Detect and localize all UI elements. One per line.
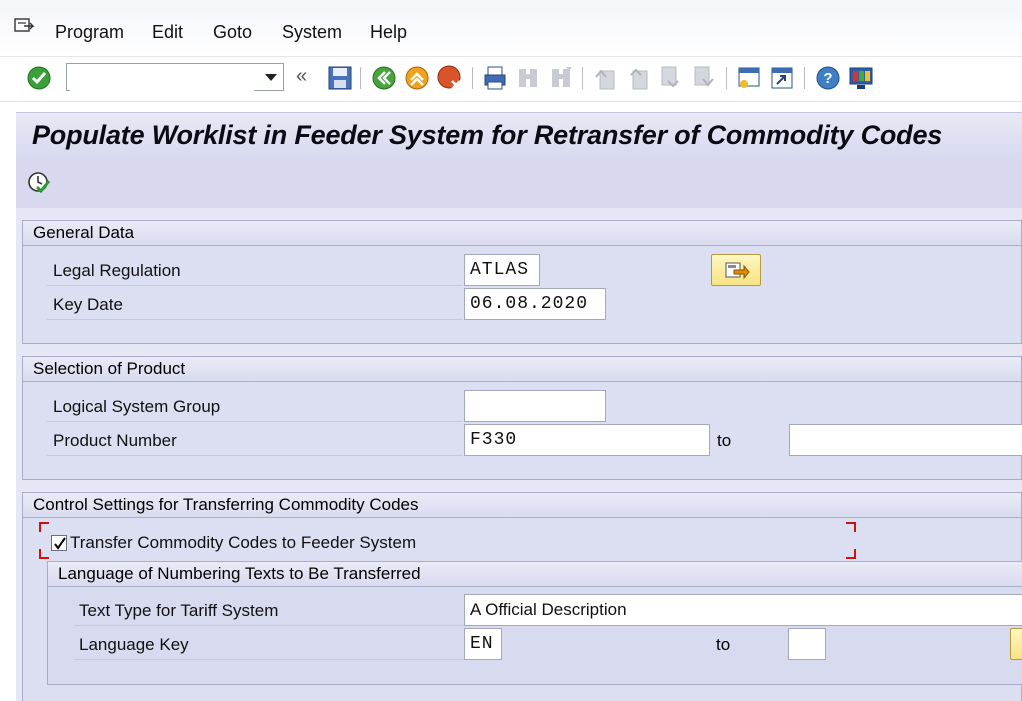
toolbar-separator (360, 67, 361, 89)
text-type-label: Text Type for Tariff System (79, 601, 279, 620)
product-number-from-field[interactable]: F330 (464, 424, 710, 456)
menu-system[interactable]: System (282, 22, 342, 43)
focus-marker (846, 522, 856, 532)
menu-help[interactable]: Help (370, 22, 407, 43)
language-texts-header: Language of Numbering Texts to Be Transf… (48, 562, 1022, 587)
language-key-label: Language Key (79, 635, 189, 654)
product-number-to-field[interactable] (789, 424, 1022, 456)
enter-check-icon[interactable] (26, 65, 52, 91)
control-settings-group: Control Settings for Transferring Commod… (22, 492, 1022, 701)
text-type-field[interactable]: A Official Description (464, 594, 1022, 626)
standard-toolbar: « ? (0, 57, 1022, 102)
selection-screen: General Data Legal Regulation ATLAS Key … (16, 208, 1022, 701)
checkmark-icon (54, 537, 66, 550)
product-number-to-label: to (717, 431, 732, 450)
toolbar-separator (804, 67, 805, 89)
back-icon[interactable] (371, 65, 397, 91)
key-date-field[interactable]: 06.08.2020 (464, 288, 606, 320)
row-divider (47, 455, 463, 456)
previous-page-icon (630, 68, 648, 90)
save-icon[interactable] (327, 65, 353, 91)
chevron-down-icon[interactable] (265, 74, 277, 81)
help-icon[interactable]: ? (815, 65, 841, 91)
command-input[interactable] (70, 65, 254, 91)
general-data-header: General Data (23, 221, 1021, 246)
multiple-selection-button[interactable] (711, 254, 761, 286)
logical-system-group-field[interactable] (464, 390, 606, 422)
exit-icon[interactable] (404, 65, 430, 91)
multiple-selection-icon (725, 262, 750, 280)
language-key-to-label: to (716, 635, 731, 654)
menu-edit[interactable]: Edit (152, 22, 183, 43)
next-page-icon (661, 66, 679, 88)
product-number-label: Product Number (53, 431, 177, 450)
application-toolbar (16, 160, 1022, 209)
generate-shortcut-icon[interactable] (769, 65, 795, 91)
row-divider (47, 421, 463, 422)
toolbar-separator (726, 67, 727, 89)
last-page-icon (694, 66, 714, 87)
create-session-icon[interactable] (736, 65, 762, 91)
command-field[interactable] (66, 63, 284, 91)
print-icon[interactable] (482, 65, 508, 91)
selection-of-product-group: Selection of Product Logical System Grou… (22, 356, 1022, 480)
transfer-checkbox[interactable] (51, 535, 67, 551)
cancel-icon[interactable] (437, 65, 463, 91)
toolbar-separator (582, 67, 583, 89)
key-date-label: Key Date (53, 295, 123, 314)
row-divider (74, 625, 464, 626)
selection-of-product-header: Selection of Product (23, 357, 1021, 382)
language-multiple-selection-button[interactable] (1010, 628, 1022, 660)
toolbar-separator (472, 67, 473, 89)
title-bar: Populate Worklist in Feeder System for R… (16, 112, 1022, 161)
row-divider (74, 659, 464, 660)
logical-system-group-label: Logical System Group (53, 397, 221, 416)
menu-goto[interactable]: Goto (213, 22, 252, 43)
focus-marker (39, 522, 49, 532)
legal-regulation-label: Legal Regulation (53, 261, 181, 280)
find-next-icon (552, 67, 572, 87)
focus-marker (39, 549, 49, 559)
customize-layout-icon[interactable] (848, 65, 874, 91)
menu-icon[interactable] (14, 18, 36, 34)
language-key-to-field[interactable] (788, 628, 826, 660)
menu-program[interactable]: Program (55, 22, 124, 43)
focus-marker (846, 549, 856, 559)
transfer-checkbox-label: Transfer Commodity Codes to Feeder Syste… (70, 533, 417, 552)
menu-bar: Program Edit Goto System Help (0, 0, 1022, 57)
general-data-group: General Data Legal Regulation ATLAS Key … (22, 220, 1022, 344)
page-title: Populate Worklist in Feeder System for R… (32, 120, 943, 150)
language-key-from-field[interactable]: EN (464, 628, 502, 660)
language-texts-group: Language of Numbering Texts to Be Transf… (47, 561, 1022, 685)
control-settings-header: Control Settings for Transferring Commod… (23, 493, 1021, 518)
find-icon (519, 69, 537, 87)
row-divider (47, 285, 463, 286)
row-divider (47, 319, 463, 320)
first-page-icon (595, 69, 615, 90)
legal-regulation-field[interactable]: ATLAS (464, 254, 540, 286)
svg-text:?: ? (823, 70, 832, 87)
collapse-command-icon[interactable]: « (296, 65, 307, 88)
execute-icon[interactable] (26, 170, 52, 196)
